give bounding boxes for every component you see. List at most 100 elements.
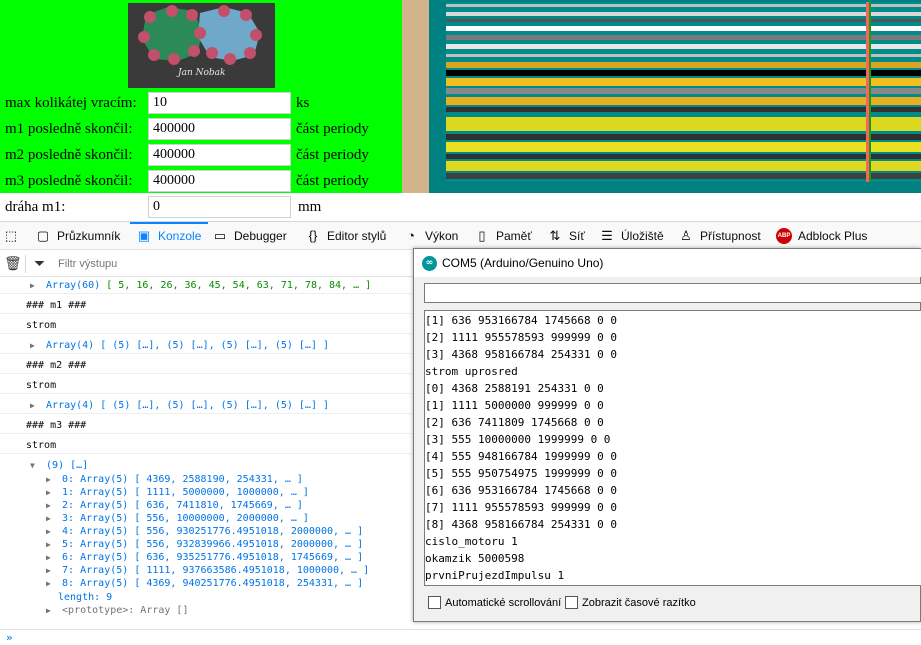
tab-style-editor[interactable]: {} Editor stylů [305, 222, 387, 250]
serial-title-bar[interactable]: ∞ COM5 (Arduino/Genuino Uno) [414, 249, 921, 277]
array-item-key: 2: [62, 500, 75, 511]
serial-send-input[interactable] [424, 283, 921, 303]
autoscroll-checkbox[interactable]: Automatické scrollování [428, 596, 561, 609]
tab-console-label: Konzole [158, 229, 202, 243]
network-icon: ⇅ [549, 228, 561, 243]
distance-input[interactable] [148, 196, 291, 218]
row-separator [0, 313, 412, 314]
serial-line: [7] 1111 955578593 999999 0 0 [425, 501, 618, 514]
clear-console-icon[interactable]: 🗑 [4, 255, 22, 273]
console-input-line[interactable]: » [0, 629, 921, 645]
tab-accessibility-label: Přístupnost [700, 229, 761, 243]
serial-line: [8] 4368 958166784 254331 0 0 [425, 518, 618, 531]
tab-storage-label: Úložiště [621, 229, 664, 243]
web-page: Jan Nobak max kolikátej vracím: ks m1 po… [0, 0, 921, 220]
tab-inspector[interactable]: ▢ Průzkumník [35, 222, 121, 250]
m1-input[interactable] [148, 118, 291, 140]
array-type: Array(5) [80, 565, 129, 576]
m3-unit: část periody [296, 173, 369, 189]
row-separator [0, 293, 412, 294]
serial-line: [5] 555 950754975 1999999 0 0 [425, 467, 618, 480]
array-item-key: 0: [62, 474, 75, 485]
expand-arrow-icon[interactable]: ▶ [46, 473, 56, 486]
filter-output-input[interactable] [58, 255, 398, 273]
m3-input[interactable] [148, 170, 291, 192]
array-item-key: 8: [62, 578, 75, 589]
distance-unit: mm [298, 199, 322, 215]
expand-arrow-icon[interactable]: ▶ [30, 399, 40, 412]
tab-style-editor-label: Editor stylů [327, 229, 387, 243]
serial-monitor-window: ∞ COM5 (Arduino/Genuino Uno) [1] 636 953… [413, 248, 921, 622]
array-item-key: 7: [62, 565, 75, 576]
tab-console[interactable]: ▣ Konzole [136, 222, 202, 250]
row-separator [0, 393, 412, 394]
array-item-key: 6: [62, 552, 75, 563]
console-icon: ▣ [137, 228, 151, 243]
tab-adblock-plus-label: Adblock Plus [798, 229, 868, 243]
serial-line: prvniPrujezdImpulsu 1 [425, 569, 565, 582]
expand-arrow-icon[interactable]: ▶ [46, 577, 56, 590]
max-count-label: max kolikátej vracím: [5, 95, 137, 111]
checkbox-box[interactable] [565, 596, 578, 609]
serial-line: strom uprosred [425, 365, 518, 378]
m2-unit: část periody [296, 147, 369, 163]
m1-label: m1 posledně skončil: [5, 121, 133, 137]
tab-inspector-label: Průzkumník [57, 229, 121, 243]
serial-line: [3] 4368 958166784 254331 0 0 [425, 348, 618, 361]
serial-output-area[interactable]: [1] 636 953166784 1745668 0 0 [2] 1111 9… [424, 310, 921, 586]
tab-adblock-plus[interactable]: ABP Adblock Plus [776, 222, 867, 250]
serial-line: [2] 636 7411809 1745668 0 0 [425, 416, 604, 429]
tab-storage[interactable]: ☰ Úložiště [599, 222, 664, 250]
tab-performance[interactable]: ◔ Výkon [403, 222, 458, 250]
m3-label: m3 posledně skončil: [5, 173, 133, 189]
performance-icon: ◔ [407, 228, 415, 243]
array-type: Array(4) [46, 340, 95, 351]
timestamp-checkbox[interactable]: Zobrazit časové razítko [565, 596, 696, 609]
expand-arrow-icon[interactable]: ▶ [46, 525, 56, 538]
row-separator [0, 353, 412, 354]
tab-memory-label: Paměť [496, 229, 532, 243]
tab-memory[interactable]: ▯ Paměť [474, 222, 532, 250]
array-item-key: 1: [62, 487, 75, 498]
expand-arrow-icon[interactable]: ▶ [46, 512, 56, 525]
array-preview: [ 5, 16, 26, 36, 45, 54, 63, 71, 78, 84,… [106, 280, 372, 291]
tab-accessibility[interactable]: ♙ Přístupnost [678, 222, 761, 250]
pick-element-button[interactable]: ⬚ [3, 222, 25, 250]
serial-line: [4] 555 948166784 1999999 0 0 [425, 450, 618, 463]
array-preview: [ 556, 930251776.4951018, 2000000, … ] [134, 526, 364, 537]
array-type: Array(5) [80, 526, 129, 537]
filter-icon: ⏷ [34, 256, 46, 272]
tab-debugger[interactable]: ▭ Debugger [212, 222, 287, 250]
row-separator [0, 413, 412, 414]
expand-arrow-icon[interactable]: ▶ [46, 564, 56, 577]
expand-arrow-icon[interactable]: ▶ [30, 279, 40, 292]
array-type: Array(5) [80, 500, 129, 511]
expand-arrow-icon[interactable]: ▶ [46, 604, 56, 617]
serial-line: cislo_motoru 1 [425, 535, 518, 548]
tab-performance-label: Výkon [425, 229, 459, 243]
array-prototype-row[interactable]: ▶ <prototype>: Array [] [46, 604, 188, 620]
tab-network[interactable]: ⇅ Síť [547, 222, 585, 250]
inspector-icon: ▢ [36, 228, 50, 243]
expand-arrow-icon[interactable]: ▶ [46, 486, 56, 499]
array-preview: [ (5) […], (5) […], (5) […], (5) […] ] [100, 340, 330, 351]
expand-arrow-icon[interactable]: ▶ [46, 551, 56, 564]
array-item-key: 4: [62, 526, 75, 537]
m2-input[interactable] [148, 144, 291, 166]
timestamp-label: Zobrazit časové razítko [582, 596, 696, 609]
debugger-icon: ▭ [213, 228, 227, 243]
array-type: Array(5) [80, 539, 129, 550]
row-separator [0, 373, 412, 374]
expand-arrow-icon[interactable]: ▶ [30, 339, 40, 352]
row-separator [0, 433, 412, 434]
expand-arrow-icon[interactable]: ▶ [46, 538, 56, 551]
tab-network-label: Síť [569, 229, 585, 243]
array-type: Array(5) [80, 578, 129, 589]
prototype-label: <prototype>: Array [] [62, 605, 189, 616]
settings-panel: Jan Nobak max kolikátej vracím: ks m1 po… [0, 0, 402, 193]
serial-line: [1] 636 953166784 1745668 0 0 [425, 314, 618, 327]
collapse-arrow-icon[interactable]: ▼ [30, 459, 40, 472]
checkbox-box[interactable] [428, 596, 441, 609]
max-count-input[interactable] [148, 92, 291, 114]
expand-arrow-icon[interactable]: ▶ [46, 499, 56, 512]
